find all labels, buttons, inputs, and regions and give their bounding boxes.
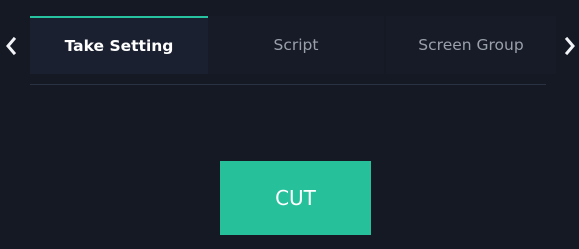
tab-screen-group-label: Screen Group: [418, 36, 524, 54]
tab-take-setting-label: Take Setting: [64, 37, 174, 55]
tab-script-label: Script: [273, 36, 319, 54]
cut-button[interactable]: CUT: [220, 161, 371, 235]
chevron-right-icon[interactable]: [562, 34, 578, 58]
chevron-left-icon[interactable]: [3, 34, 19, 58]
tab-screen-group[interactable]: Screen Group: [386, 16, 556, 74]
tab-take-setting[interactable]: Take Setting: [30, 16, 208, 74]
take-panel: Take Setting Script Screen Group CUT: [0, 0, 579, 249]
tab-script[interactable]: Script: [208, 16, 384, 74]
tab-bar: Take Setting Script Screen Group: [0, 14, 579, 74]
tabs-divider: [30, 84, 546, 85]
